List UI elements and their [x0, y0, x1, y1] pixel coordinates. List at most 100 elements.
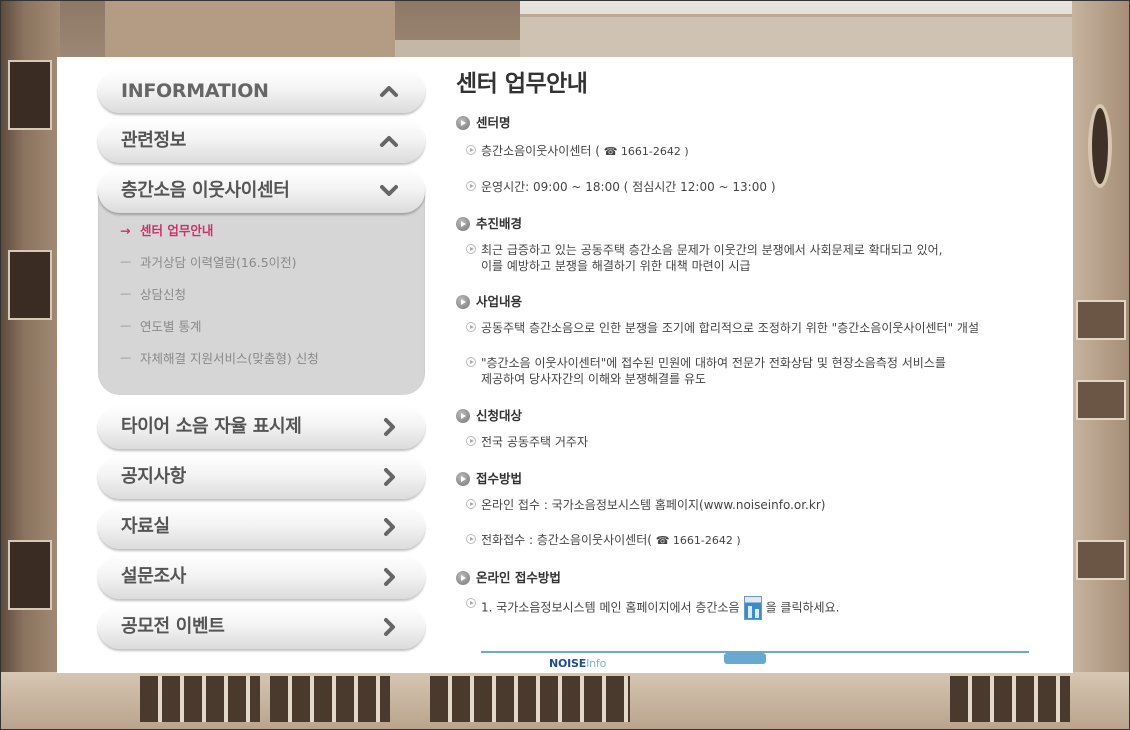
menu-tire-label: 타이어 소음 자율 표시제: [121, 416, 302, 437]
item-text: 이를 예방하고 분쟁을 해결하기 위한 대책 마련이 시급: [481, 259, 751, 273]
list-item: 전국 공동주택 거주자: [456, 434, 1046, 450]
submenu-item-history[interactable]: ㅡ 과거상담 이력열람(16.5이전): [120, 251, 425, 283]
item-text: 전국 공동주택 거주자: [481, 435, 588, 449]
list-item: 1. 국가소음정보시스템 메인 홈페이지에서 층간소음 을 클릭하세요.: [456, 596, 1046, 620]
building-icon: [743, 596, 762, 620]
menu-center-label: 층간소음 이웃사이센터: [121, 180, 290, 201]
dash-icon: ㅡ: [120, 255, 132, 270]
menu-tire-noise[interactable]: 타이어 소음 자율 표시제: [98, 405, 425, 449]
section-bullet-icon: [456, 217, 470, 231]
item-text: 층간소음이웃사이센터 (: [481, 144, 604, 158]
submenu-label: 연도별 통계: [140, 319, 202, 334]
submenu-label: 자체해결 지원서비스(맞춤형) 신청: [140, 351, 319, 366]
list-item: 전화접수 : 층간소음이웃사이센터( ☎ 1661-2642 ): [456, 532, 1046, 549]
menu-related-label: 관련정보: [121, 130, 187, 151]
item-text: 운영시간: 09:00 ~ 18:00 ( 점심시간 12:00 ~ 13:00…: [481, 180, 776, 194]
list-item: 운영시간: 09:00 ~ 18:00 ( 점심시간 12:00 ~ 13:00…: [456, 179, 1046, 195]
menu-contest-label: 공모전 이벤트: [121, 616, 225, 637]
menu-archive[interactable]: 자료실: [98, 505, 425, 549]
list-item: "층간소음 이웃사이센터"에 접수된 민원에 대하여 전문가 전화상담 및 현장…: [456, 355, 1046, 387]
item-bullet-icon: [466, 357, 476, 367]
chevron-right-icon: [379, 417, 399, 437]
section-target: 신청대상: [456, 407, 1046, 425]
chevron-down-icon: [379, 181, 399, 201]
section-title: 온라인 접수방법: [476, 570, 561, 585]
item-text: 온라인 접수 : 국가소음정보시스템 홈페이지(www.noiseinfo.or…: [481, 498, 826, 512]
submenu-item-self-service[interactable]: ㅡ 자체해결 지원서비스(맞춤형) 신청: [120, 347, 425, 379]
section-online-method: 온라인 접수방법: [456, 569, 1046, 587]
menu-notice-label: 공지사항: [121, 466, 187, 487]
menu-archive-label: 자료실: [121, 516, 170, 537]
menu-survey[interactable]: 설문조사: [98, 555, 425, 599]
list-item: 최근 급증하고 있는 공동주택 층간소음 문제가 이웃간의 분쟁에서 사회문제로…: [456, 242, 1046, 274]
chevron-right-icon: [379, 517, 399, 537]
item-bullet-icon: [466, 244, 476, 254]
menu-information-label: INFORMATION: [121, 80, 269, 102]
chevron-right-icon: [379, 467, 399, 487]
item-text: 1. 국가소음정보시스템 메인 홈페이지에서 층간소음: [481, 600, 740, 615]
submenu-label: 센터 업무안내: [140, 223, 214, 238]
dash-icon: ㅡ: [120, 351, 132, 366]
chevron-up-icon: [379, 131, 399, 151]
center-submenu: → 센터 업무안내 ㅡ 과거상담 이력열람(16.5이전) ㅡ 상담신청 ㅡ 연도별 통…: [98, 213, 425, 395]
list-item: 층간소음이웃사이센터 ( ☎ 1661-2642 ): [456, 143, 1046, 160]
phone-number: ☎ 1661-2642 ): [603, 145, 689, 158]
menu-contest[interactable]: 공모전 이벤트: [98, 605, 425, 649]
item-bullet-icon: [466, 322, 476, 332]
item-bullet-icon: [466, 534, 476, 544]
item-bullet-icon: [466, 499, 476, 509]
submenu-item-guide[interactable]: → 센터 업무안내: [120, 219, 425, 251]
menu-information[interactable]: INFORMATION: [98, 69, 425, 113]
section-bullet-icon: [456, 295, 470, 309]
noiseinfo-logo: NOISEInfo: [549, 657, 606, 670]
item-text: "층간소음 이웃사이센터"에 접수된 민원에 대하여 전문가 전화상담 및 현장…: [481, 356, 946, 370]
chevron-right-icon: [379, 567, 399, 587]
dash-icon: ㅡ: [120, 287, 132, 302]
section-bullet-icon: [456, 472, 470, 486]
logo-subtext: Info: [586, 657, 607, 670]
dash-icon: ㅡ: [120, 319, 132, 334]
section-bullet-icon: [456, 409, 470, 423]
side-menu: INFORMATION 관련정보 층간소음 이웃사이센터 → 센터 업무안내 ㅡ과…: [98, 69, 425, 655]
item-text: 을 클릭하세요.: [765, 600, 840, 615]
phone-number: ☎ 1661-2642 ): [655, 534, 741, 547]
menu-notice[interactable]: 공지사항: [98, 455, 425, 499]
item-bullet-icon: [466, 436, 476, 446]
item-text: 공동주택 층간소음으로 인한 분쟁을 조기에 합리적으로 조정하기 위한 "층간…: [481, 321, 980, 335]
section-title: 사업내용: [476, 294, 523, 309]
section-background: 추진배경: [456, 215, 1046, 233]
arrow-right-icon: →: [120, 223, 131, 238]
item-text: 최근 급증하고 있는 공동주택 층간소음 문제가 이웃간의 분쟁에서 사회문제로…: [481, 243, 943, 257]
list-item: 공동주택 층간소음으로 인한 분쟁을 조기에 합리적으로 조정하기 위한 "층간…: [456, 320, 1046, 336]
item-text: 전화접수 : 층간소음이웃사이센터(: [481, 533, 656, 547]
submenu-item-consult[interactable]: ㅡ 상담신청: [120, 283, 425, 315]
item-bullet-icon: [466, 598, 476, 608]
menu-noise-center[interactable]: 층간소음 이웃사이센터: [98, 169, 425, 213]
noiseinfo-screenshot-preview: NOISEInfo: [481, 651, 1029, 673]
section-method: 접수방법: [456, 470, 1046, 488]
chevron-up-icon: [379, 81, 399, 101]
main-content: 센터 업무안내 센터명 층간소음이웃사이센터 ( ☎ 1661-2642 ) 운…: [456, 64, 1046, 620]
page-title: 센터 업무안내: [456, 71, 588, 97]
item-text: 제공하여 당사자간의 이해와 분쟁해결를 유도: [481, 372, 707, 386]
section-bullet-icon: [456, 571, 470, 585]
section-title: 접수방법: [476, 471, 523, 486]
section-business: 사업내용: [456, 293, 1046, 311]
list-item: 온라인 접수 : 국가소음정보시스템 홈페이지(www.noiseinfo.or…: [456, 497, 1046, 513]
section-title: 신청대상: [476, 408, 523, 423]
section-title: 추진배경: [476, 216, 523, 231]
menu-survey-label: 설문조사: [121, 566, 187, 587]
item-bullet-icon: [466, 145, 476, 155]
submenu-label: 상담신청: [140, 287, 187, 302]
menu-center-group: 층간소음 이웃사이센터 → 센터 업무안내 ㅡ 과거상담 이력열람(16.5이전) …: [98, 169, 425, 395]
item-bullet-icon: [466, 181, 476, 191]
menu-related-info[interactable]: 관련정보: [98, 119, 425, 163]
section-title: 센터명: [476, 115, 511, 130]
logo-text: NOISE: [549, 657, 587, 670]
preview-pill: [724, 653, 766, 664]
section-bullet-icon: [456, 116, 470, 130]
section-center-name: 센터명: [456, 114, 1046, 132]
submenu-item-statistics[interactable]: ㅡ 연도별 통계: [120, 315, 425, 347]
submenu-label: 과거상담 이력열람(16.5이전): [140, 255, 297, 270]
chevron-right-icon: [379, 617, 399, 637]
